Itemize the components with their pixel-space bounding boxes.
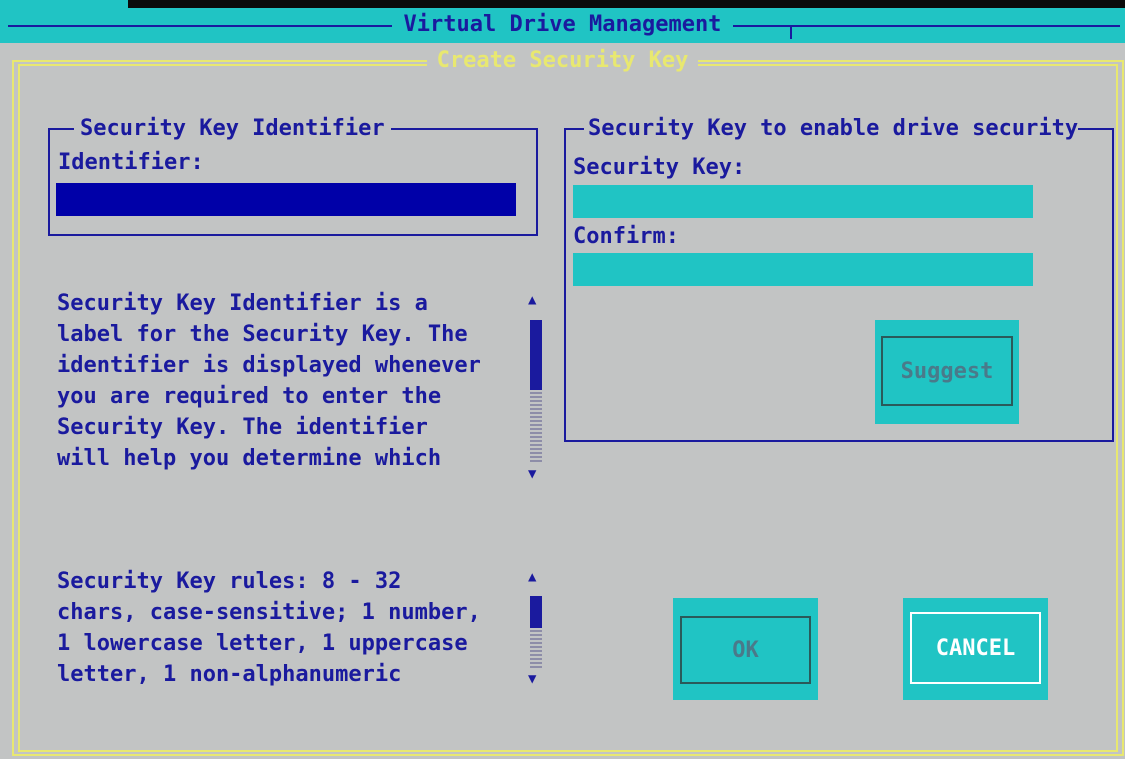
confirm-label: Confirm: bbox=[573, 224, 679, 249]
identifier-group-title: Security Key Identifier bbox=[74, 116, 391, 142]
rules-scroll-up-icon[interactable]: ▲ bbox=[528, 569, 536, 585]
cancel-button-panel: CANCEL bbox=[903, 598, 1048, 700]
rules-scroll-track[interactable] bbox=[530, 628, 542, 668]
cancel-button[interactable]: CANCEL bbox=[910, 612, 1041, 684]
rules-scroll-down-icon[interactable]: ▼ bbox=[528, 671, 536, 687]
suggest-button[interactable]: Suggest bbox=[881, 336, 1013, 406]
top-strip bbox=[0, 0, 1125, 8]
rules-help-text: Security Key rules: 8 - 32 chars, case-s… bbox=[57, 569, 481, 687]
top-strip-tab bbox=[0, 0, 128, 8]
ok-button-panel: OK bbox=[673, 598, 818, 700]
window-title: Virtual Drive Management bbox=[0, 8, 1125, 41]
dialog-title-text: Create Security Key bbox=[426, 48, 699, 73]
help-scroll-track[interactable] bbox=[530, 390, 542, 462]
security-key-group-title: Security Key to enable drive security bbox=[584, 116, 1079, 142]
scroll-down-icon[interactable]: ▼ bbox=[528, 466, 536, 482]
help-scroll-thumb[interactable] bbox=[530, 320, 542, 390]
rules-scroll-thumb[interactable] bbox=[530, 596, 542, 628]
dialog-title: Create Security Key bbox=[0, 46, 1125, 76]
identifier-label: Identifier: bbox=[58, 150, 204, 175]
identifier-help-text: Security Key Identifier is a label for t… bbox=[57, 291, 481, 471]
identifier-input[interactable] bbox=[56, 183, 516, 216]
ok-button[interactable]: OK bbox=[680, 616, 811, 684]
window-title-text: Virtual Drive Management bbox=[391, 12, 734, 37]
security-key-label: Security Key: bbox=[573, 155, 746, 180]
suggest-button-panel: Suggest bbox=[875, 320, 1019, 424]
title-bar: Virtual Drive Management bbox=[0, 8, 1125, 43]
scroll-up-icon[interactable]: ▲ bbox=[528, 292, 536, 308]
security-key-input[interactable] bbox=[573, 185, 1033, 218]
identifier-group: Security Key Identifier bbox=[48, 116, 538, 236]
confirm-input[interactable] bbox=[573, 253, 1033, 286]
